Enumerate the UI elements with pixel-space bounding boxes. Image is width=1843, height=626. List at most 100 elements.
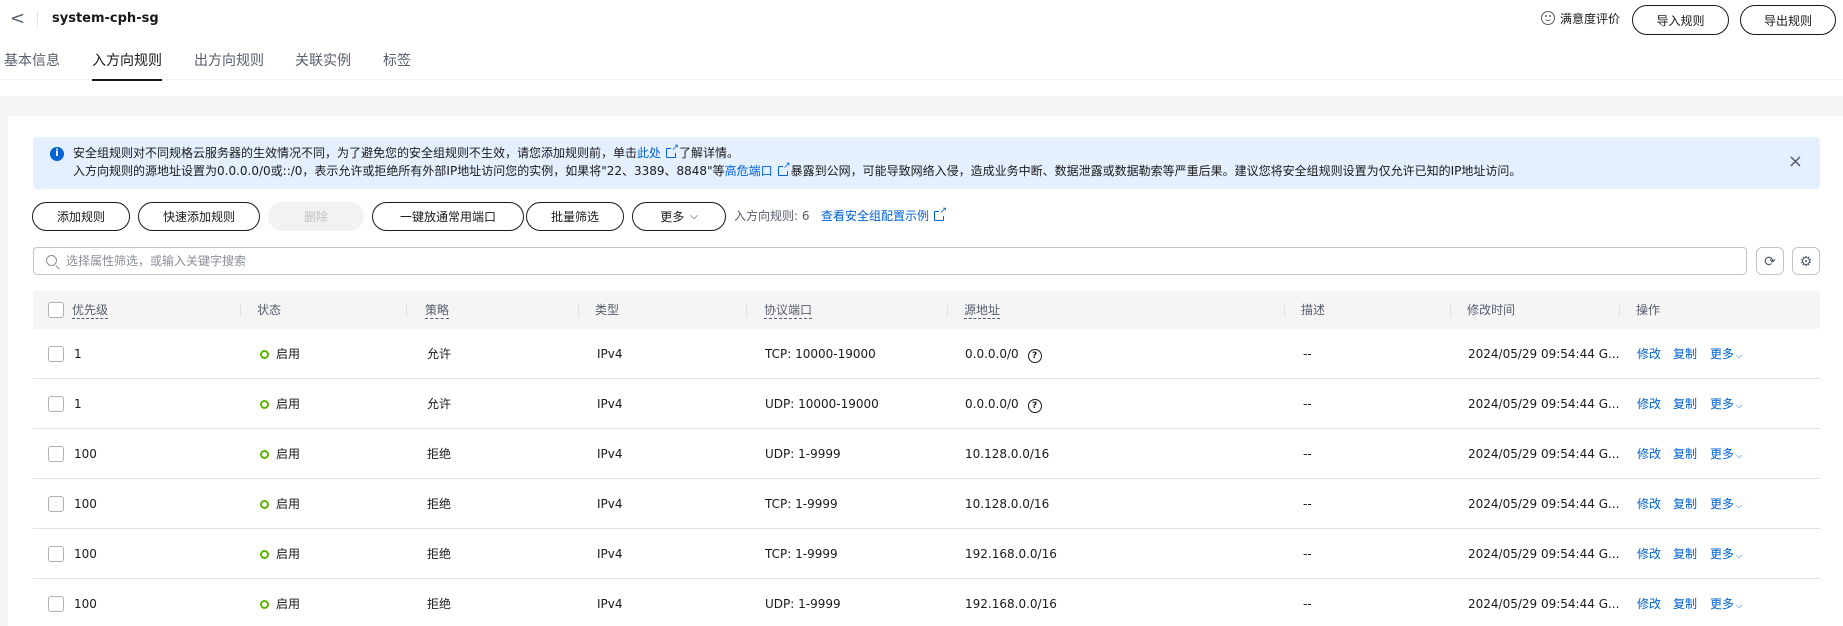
back-arrow-icon[interactable]: <	[10, 8, 26, 30]
tab-associated-instances[interactable]: 关联实例	[295, 50, 351, 80]
copy-link[interactable]: 复制	[1673, 529, 1697, 579]
table-row: 100 启用 拒绝 IPv4 TCP: 1-9999 192.168.0.0/1…	[33, 529, 1820, 579]
alert-line-1: 安全组规则对不同规格云服务器的生效情况不同，为了避免您的安全组规则不生效，请您添…	[73, 143, 739, 161]
copy-link[interactable]: 复制	[1673, 329, 1697, 379]
export-rules-button[interactable]: 导出规则	[1740, 5, 1836, 35]
more-actions-button[interactable]: 更多 ⌵	[632, 202, 726, 231]
modified-time-cell: 2024/05/29 09:54:44 G...	[1468, 497, 1620, 511]
gear-icon: ⚙	[1799, 252, 1813, 269]
type-cell: IPv4	[597, 497, 623, 511]
more-link[interactable]: 更多 ⌵	[1710, 429, 1742, 479]
add-rule-button[interactable]: 添加规则	[32, 202, 130, 231]
more-label: 更多	[1710, 597, 1735, 611]
status-label: 启用	[276, 547, 301, 561]
search-bar[interactable]	[33, 247, 1747, 275]
column-header-policy[interactable]: 策略	[425, 291, 450, 329]
high-risk-ports-link[interactable]: 高危端口	[725, 164, 773, 178]
tab-outbound-rules[interactable]: 出方向规则	[194, 50, 264, 80]
copy-link[interactable]: 复制	[1673, 579, 1697, 626]
status-label: 启用	[276, 347, 301, 361]
protocol-port-cell: TCP: 10000-19000	[765, 347, 876, 361]
chevron-down-icon: ⌵	[690, 211, 698, 222]
edit-link[interactable]: 修改	[1637, 479, 1661, 529]
search-input[interactable]	[66, 251, 1666, 271]
priority-cell: 100	[74, 597, 97, 611]
more-link[interactable]: 更多 ⌵	[1710, 379, 1742, 429]
row-checkbox[interactable]	[48, 446, 64, 462]
type-cell: IPv4	[597, 347, 623, 361]
column-label: 协议端口	[764, 303, 813, 319]
refresh-button[interactable]: ⟳	[1756, 247, 1784, 275]
edit-link[interactable]: 修改	[1637, 379, 1661, 429]
select-all-checkbox[interactable]	[48, 302, 64, 318]
protocol-port-cell: TCP: 1-9999	[765, 497, 838, 511]
edit-link[interactable]: 修改	[1637, 329, 1661, 379]
column-header-protocol-port[interactable]: 协议端口	[764, 291, 813, 329]
edit-link[interactable]: 修改	[1637, 579, 1661, 626]
edit-link[interactable]: 修改	[1637, 529, 1661, 579]
quick-add-rule-button[interactable]: 快速添加规则	[138, 202, 260, 231]
edit-link[interactable]: 修改	[1637, 429, 1661, 479]
settings-button[interactable]: ⚙	[1792, 247, 1820, 275]
row-checkbox[interactable]	[48, 596, 64, 612]
column-divider	[1619, 303, 1620, 317]
more-link[interactable]: 更多 ⌵	[1710, 479, 1742, 529]
open-common-ports-button[interactable]: 一键放通常用端口	[372, 202, 524, 231]
type-cell: IPv4	[597, 597, 623, 611]
status-label: 启用	[276, 597, 301, 611]
search-icon	[46, 255, 57, 266]
source-cell: 192.168.0.0/16	[965, 597, 1057, 611]
priority-cell: 1	[74, 347, 82, 361]
row-checkbox[interactable]	[48, 546, 64, 562]
priority-cell: 100	[74, 447, 97, 461]
help-icon[interactable]: ?	[1027, 349, 1042, 363]
column-header-priority[interactable]: 优先级	[72, 291, 109, 329]
more-link[interactable]: 更多 ⌵	[1710, 329, 1742, 379]
more-link[interactable]: 更多 ⌵	[1710, 579, 1742, 626]
page-title: system-cph-sg	[52, 11, 159, 26]
column-divider	[1284, 303, 1285, 317]
column-divider	[746, 303, 747, 317]
batch-filter-button[interactable]: 批量筛选	[526, 202, 624, 231]
tab-basic-info[interactable]: 基本信息	[4, 50, 60, 80]
column-divider	[578, 303, 579, 317]
satisfaction-rating-link[interactable]: 满意度评价	[1541, 8, 1620, 28]
config-example-link[interactable]: 查看安全组配置示例	[821, 206, 948, 224]
chevron-down-icon: ⌵	[1736, 501, 1743, 510]
source-cell: 0.0.0.0/0?	[965, 379, 1042, 429]
protocol-port-cell: UDP: 1-9999	[765, 597, 841, 611]
source-cell: 10.128.0.0/16	[965, 497, 1050, 511]
copy-link[interactable]: 复制	[1673, 479, 1697, 529]
tab-inbound-rules[interactable]: 入方向规则	[92, 50, 162, 81]
status-cell: 启用	[260, 479, 300, 529]
more-label: 更多	[1710, 497, 1735, 511]
more-label: 更多	[1710, 397, 1735, 411]
row-checkbox[interactable]	[48, 346, 64, 362]
description-cell: --	[1303, 497, 1312, 511]
source-cell: 192.168.0.0/16	[965, 547, 1057, 561]
chevron-down-icon: ⌵	[1736, 601, 1743, 610]
external-link-icon	[777, 161, 791, 176]
help-icon[interactable]: ?	[1027, 399, 1042, 413]
column-header-source[interactable]: 源地址	[964, 291, 1001, 329]
status-cell: 启用	[260, 429, 300, 479]
import-rules-button[interactable]: 导入规则	[1632, 5, 1729, 35]
description-cell: --	[1303, 397, 1312, 411]
row-checkbox[interactable]	[48, 396, 64, 412]
copy-link[interactable]: 复制	[1673, 379, 1697, 429]
delete-button[interactable]: 删除	[268, 202, 364, 231]
close-icon[interactable]: ×	[1788, 152, 1803, 172]
modified-time-cell: 2024/05/29 09:54:44 G...	[1468, 547, 1620, 561]
top-bar: < system-cph-sg 满意度评价 导入规则 导出规则	[0, 0, 1843, 40]
table-row: 1 启用 允许 IPv4 TCP: 10000-19000 0.0.0.0/0?…	[33, 329, 1820, 379]
external-link-icon	[666, 143, 680, 158]
more-link[interactable]: 更多 ⌵	[1710, 529, 1742, 579]
external-link-icon	[934, 206, 948, 221]
protocol-port-cell: UDP: 1-9999	[765, 447, 841, 461]
policy-cell: 拒绝	[427, 547, 452, 561]
tab-tags[interactable]: 标签	[383, 50, 411, 80]
details-link[interactable]: 此处	[637, 146, 661, 160]
row-checkbox[interactable]	[48, 496, 64, 512]
copy-link[interactable]: 复制	[1673, 429, 1697, 479]
type-cell: IPv4	[597, 547, 623, 561]
